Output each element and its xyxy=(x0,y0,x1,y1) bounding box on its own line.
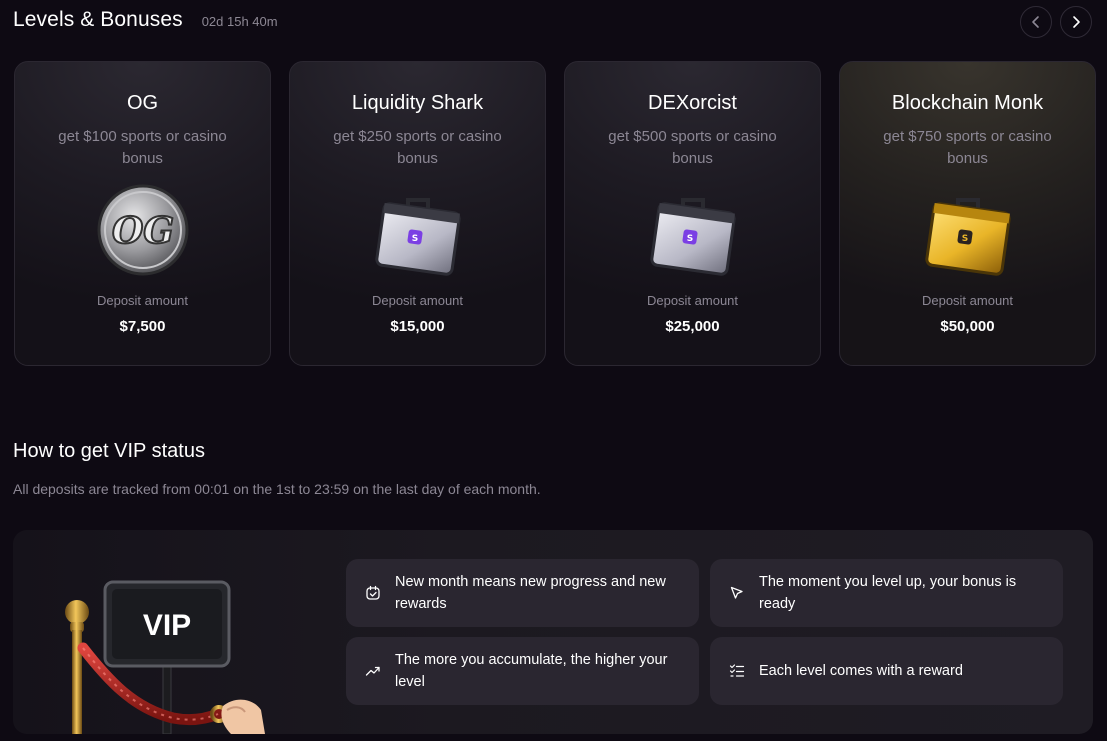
vip-subtitle: All deposits are tracked from 00:01 on t… xyxy=(13,481,541,497)
vip-feature-card: The more you accumulate, the higher your… xyxy=(346,637,699,705)
svg-text:S: S xyxy=(686,234,692,244)
vip-title: How to get VIP status xyxy=(13,440,205,462)
deposit-label: Deposit amount xyxy=(371,293,464,308)
deposit-label: Deposit amount xyxy=(96,293,189,308)
vip-feature-card: The moment you level up, your bonus is r… xyxy=(710,559,1063,627)
deposit-amount: $7,500 xyxy=(119,318,166,335)
section-header: Levels & Bonuses 02d 15h 40m xyxy=(13,8,278,34)
vip-feature-text: The more you accumulate, the higher your… xyxy=(395,652,668,690)
level-bonus: get $100 sports or casino bonus xyxy=(58,128,227,167)
level-card-dexorcist[interactable]: DEXorcist get $500 sports or casino bonu… xyxy=(564,61,821,366)
deposit-label: Deposit amount xyxy=(646,293,739,308)
calendar-check-icon xyxy=(366,585,380,600)
deposit-amount: $15,000 xyxy=(390,318,445,335)
og-coin-icon: OG xyxy=(97,184,188,276)
page-title: Levels & Bonuses xyxy=(13,8,183,31)
vip-feature-card: New month means new progress and new rew… xyxy=(346,559,699,627)
countdown-timer: 02d 15h 40m xyxy=(201,14,278,29)
chevron-right-icon xyxy=(1073,16,1080,28)
vip-panel: VIP New month means new progress and new… xyxy=(13,530,1093,734)
gold-briefcase-icon: S xyxy=(924,198,1011,276)
level-cards: OG get $100 sports or casino bonus OG De… xyxy=(14,61,1096,366)
previous-button[interactable] xyxy=(1020,6,1052,38)
svg-text:S: S xyxy=(411,234,417,244)
deposit-label: Deposit amount xyxy=(921,293,1014,308)
level-bonus: get $500 sports or casino bonus xyxy=(608,128,777,167)
level-bonus: get $250 sports or casino bonus xyxy=(333,128,502,167)
chevron-left-icon xyxy=(1032,16,1039,28)
level-card-og[interactable]: OG get $100 sports or casino bonus OG De… xyxy=(14,61,271,366)
next-button[interactable] xyxy=(1060,6,1092,38)
silver-briefcase-icon: S xyxy=(374,198,461,276)
checklist-icon xyxy=(729,664,745,677)
vip-rope-illustration: VIP xyxy=(65,580,265,734)
vip-feature-card: Each level comes with a reward xyxy=(710,637,1063,705)
vip-sign-text: VIP xyxy=(143,609,191,642)
level-card-blockchain-monk[interactable]: Blockchain Monk get $750 sports or casin… xyxy=(839,61,1096,366)
silver-briefcase-icon: S xyxy=(649,198,736,276)
level-name: DEXorcist xyxy=(648,92,737,114)
level-name: Liquidity Shark xyxy=(351,92,484,114)
deposit-amount: $50,000 xyxy=(940,318,995,335)
level-name: OG xyxy=(126,92,159,114)
level-bonus: get $750 sports or casino bonus xyxy=(883,128,1052,167)
level-name: Blockchain Monk xyxy=(891,92,1044,114)
cursor-arrow-icon xyxy=(730,586,743,599)
vip-feature-text: New month means new progress and new rew… xyxy=(395,574,666,612)
vip-feature-text: Each level comes with a reward xyxy=(759,663,963,679)
svg-text:S: S xyxy=(961,234,967,244)
level-card-liquidity-shark[interactable]: Liquidity Shark get $250 sports or casin… xyxy=(289,61,546,366)
svg-text:OG: OG xyxy=(111,210,173,252)
trending-up-icon xyxy=(365,666,380,676)
vip-feature-text: The moment you level up, your bonus is r… xyxy=(759,574,1017,612)
deposit-amount: $25,000 xyxy=(665,318,720,335)
